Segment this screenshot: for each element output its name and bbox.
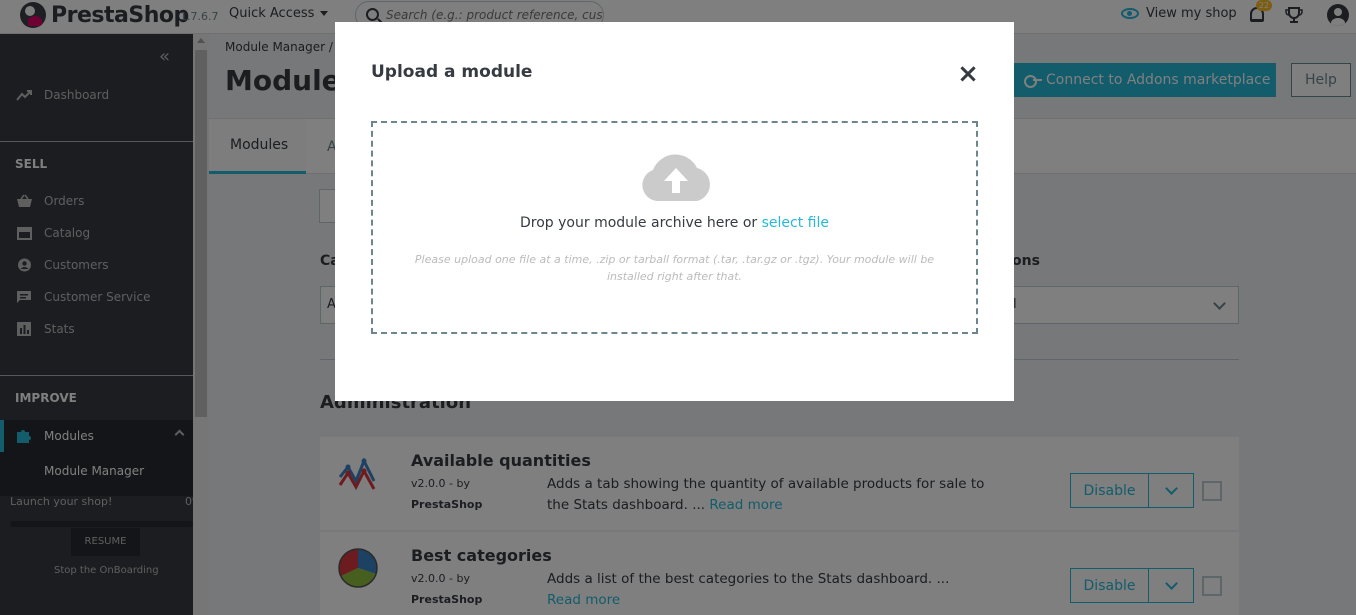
module-dropzone[interactable]: Drop your module archive here or select … (371, 121, 978, 334)
close-icon[interactable]: × (957, 61, 979, 87)
drop-instructions: Drop your module archive here or select … (520, 215, 829, 231)
upload-hint: Please upload one file at a time, .zip o… (414, 253, 935, 283)
upload-module-modal: Upload a module × Drop your module archi… (335, 22, 1014, 401)
modal-title: Upload a module (371, 62, 533, 82)
select-file-link[interactable]: select file (762, 215, 829, 231)
cloud-upload-icon (642, 154, 710, 201)
